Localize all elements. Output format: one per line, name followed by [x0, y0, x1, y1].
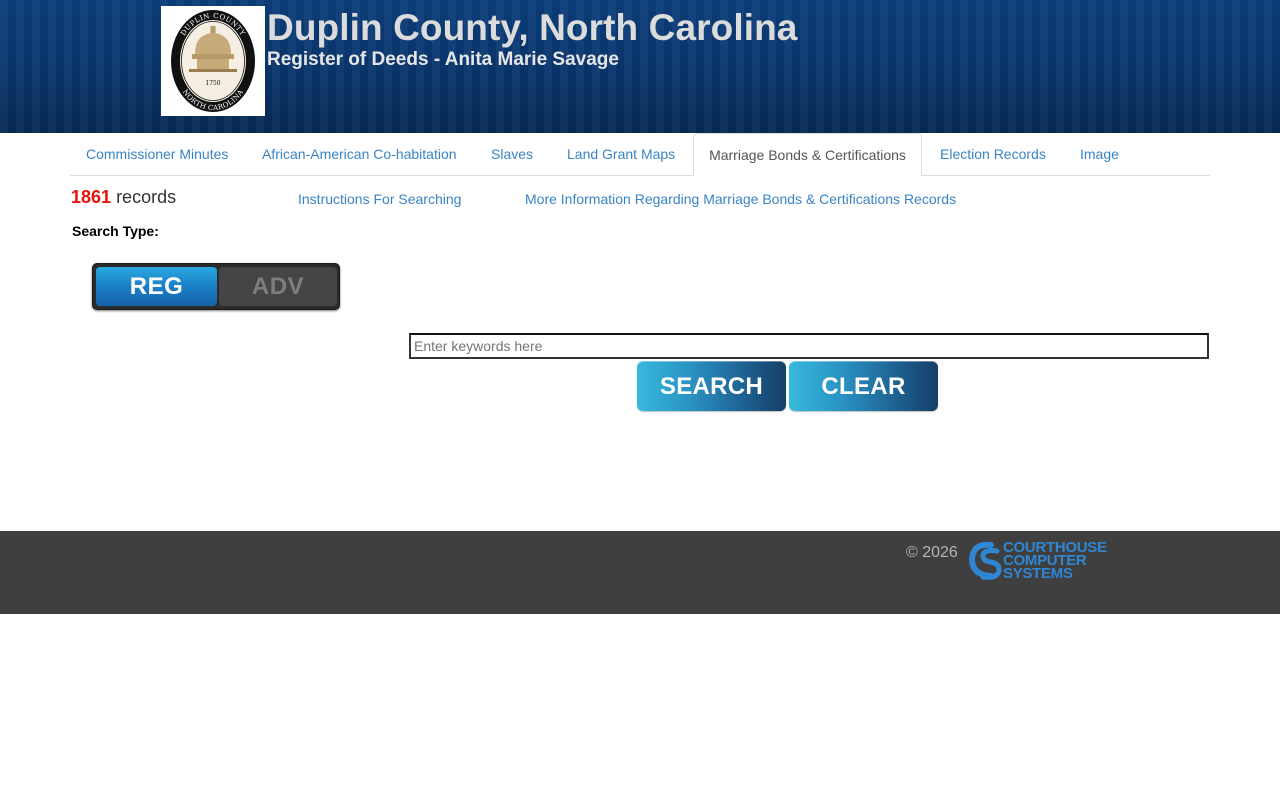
tab-image[interactable]: Image — [1080, 133, 1119, 176]
keyword-search-input[interactable] — [409, 333, 1209, 359]
search-type-toggle[interactable]: REG ADV — [92, 263, 340, 310]
courthouse-computer-systems-logo[interactable]: COURTHOUSE COMPUTER SYSTEMS — [967, 539, 1121, 581]
tab-marriage-bonds-certifications[interactable]: Marriage Bonds & Certifications — [693, 133, 922, 177]
county-seal-logo[interactable]: 1750 DUPLIN COUNTY NORTH CAROLINA — [161, 6, 265, 116]
tab-commissioner-minutes[interactable]: Commissioner Minutes — [86, 133, 228, 176]
record-count-number: 1861 — [71, 187, 112, 207]
reg-search-button[interactable]: REG — [96, 267, 217, 306]
tab-election-records[interactable]: Election Records — [940, 133, 1046, 176]
record-type-tabs: Commissioner Minutes African-American Co… — [70, 133, 1210, 177]
page-subtitle: Register of Deeds - Anita Marie Savage — [267, 49, 619, 70]
adv-search-button[interactable]: ADV — [219, 267, 337, 306]
record-count: 1861 records — [71, 187, 176, 208]
csc-logo-line-3: SYSTEMS — [1003, 565, 1073, 582]
site-header: 1750 DUPLIN COUNTY NORTH CAROLINA Duplin… — [0, 0, 1280, 133]
more-info-link[interactable]: More Information Regarding Marriage Bond… — [525, 191, 956, 207]
copyright-text: © 2026 — [906, 544, 958, 561]
tab-land-grant-maps[interactable]: Land Grant Maps — [567, 133, 675, 176]
page-title: Duplin County, North Carolina — [267, 7, 798, 48]
csc-monogram-icon — [968, 541, 1002, 580]
tab-slaves[interactable]: Slaves — [491, 133, 533, 176]
clear-button[interactable]: CLEAR — [789, 361, 938, 411]
record-count-label: records — [116, 187, 177, 207]
instructions-link[interactable]: Instructions For Searching — [298, 191, 461, 207]
svg-text:1750: 1750 — [205, 80, 220, 87]
site-footer: © 2026 COURTHOUSE COMPUTER SYSTEMS — [0, 531, 1280, 614]
search-button[interactable]: SEARCH — [637, 361, 786, 411]
tab-african-american-cohabitation[interactable]: African-American Co-habitation — [262, 133, 457, 176]
search-type-label: Search Type: — [72, 223, 159, 239]
csc-logo-text: COURTHOUSE COMPUTER SYSTEMS — [1003, 540, 1107, 582]
county-seal-image: 1750 DUPLIN COUNTY NORTH CAROLINA — [171, 10, 255, 112]
